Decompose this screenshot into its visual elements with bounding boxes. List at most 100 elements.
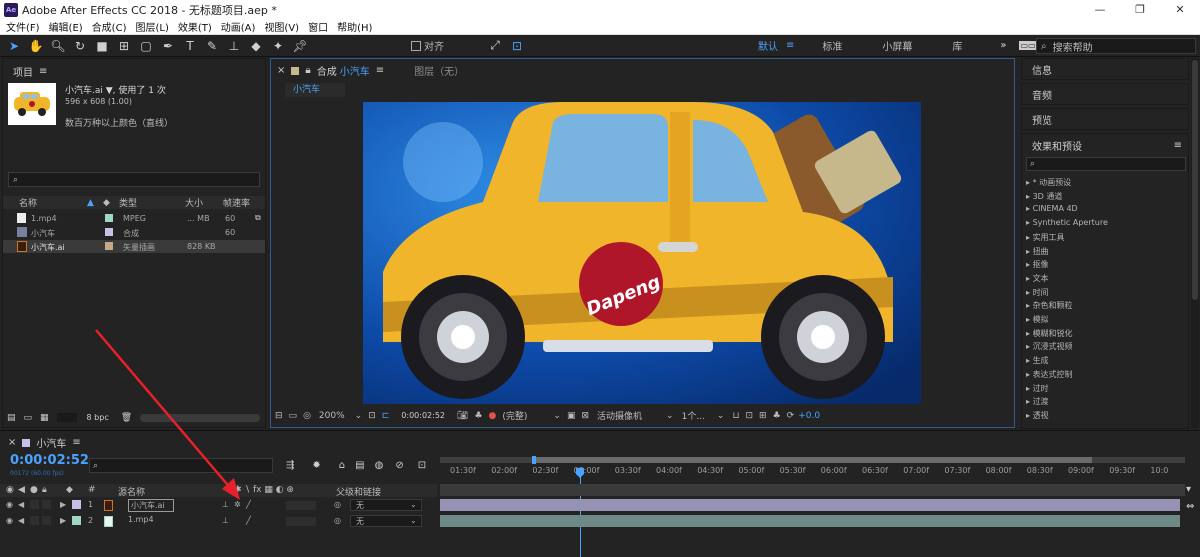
chevron-down-icon[interactable]: ⌄ [355, 411, 363, 421]
info-panel-tab[interactable]: 信息 [1021, 58, 1189, 80]
snapshot-icon[interactable]: 📷︎ [457, 411, 468, 421]
tab-composition-name[interactable]: 小汽车 [340, 63, 370, 78]
effect-category[interactable]: ▸ 表达式控制 [1026, 369, 1073, 380]
clone-stamp-tool-icon[interactable]: ⊥ [226, 38, 242, 54]
frame-blending-icon[interactable]: ▤ [355, 460, 364, 471]
menu-view[interactable]: 视图(V) [264, 19, 299, 34]
expand-icon[interactable]: ⇔ [1186, 501, 1194, 512]
channel-icon[interactable]: ● [489, 411, 497, 421]
quality-switch-icon[interactable]: ╱ [246, 516, 251, 525]
lock-icon[interactable]: 🔒︎ [305, 65, 310, 76]
menu-layer[interactable]: 图层(L) [135, 19, 168, 34]
preview-panel-tab[interactable]: 预览 [1021, 108, 1189, 130]
expand-arrow-icon[interactable]: ▶ [60, 516, 66, 525]
work-area-bar[interactable] [440, 456, 1185, 464]
effect-category[interactable]: ▸ 实用工具 [1026, 232, 1065, 243]
audio-icon[interactable]: ◀ [18, 485, 25, 495]
type-tool-icon[interactable]: T [182, 38, 198, 54]
effect-category[interactable]: ▸ 时间 [1026, 287, 1049, 298]
effects-search-input[interactable]: ⌕ [1026, 157, 1186, 171]
camera-select[interactable]: 活动摄像机 [597, 409, 642, 422]
pick-whip-icon[interactable]: ◎ [334, 516, 341, 525]
tab-composition[interactable]: 合成 [317, 63, 337, 78]
comp-mini-flowchart-icon[interactable]: ⇶ [286, 460, 294, 471]
chevron-down-icon[interactable]: ⌄ [666, 411, 674, 421]
col-type[interactable]: 类型 [119, 196, 137, 209]
effect-category[interactable]: ▸ 生成 [1026, 355, 1049, 366]
label-color[interactable] [105, 214, 113, 222]
roto-brush-tool-icon[interactable]: ✦ [270, 38, 286, 54]
menu-window[interactable]: 窗口 [308, 19, 328, 34]
effect-category[interactable]: ▸ 抠像 [1026, 259, 1049, 270]
breadcrumb[interactable]: 小汽车 [285, 83, 345, 97]
lock-switch[interactable] [42, 516, 51, 525]
new-composition-icon[interactable]: ▦ [40, 413, 49, 423]
maximize-button[interactable]: ❐ [1120, 0, 1160, 19]
fast-preview-icon[interactable]: ▣ [567, 411, 576, 421]
menu-edit[interactable]: 编辑(E) [49, 19, 83, 34]
layer-row[interactable]: ◉ ◀ ▶ 2 1.mp4 ⊥ ╱ ◎ 无 ⌄ [0, 515, 437, 530]
current-timecode[interactable]: 0:00:02:52 [10, 453, 89, 468]
right-scrollbar[interactable] [1191, 58, 1199, 428]
eye-icon[interactable]: ◉ [6, 516, 13, 525]
label-color[interactable] [72, 500, 81, 509]
motion-blur-icon[interactable]: ◍ [375, 460, 384, 471]
comp-flowchart-icon[interactable]: ⊞ [759, 411, 767, 421]
effect-category[interactable]: ▸ 3D 通道 [1026, 191, 1062, 202]
label-color[interactable] [105, 242, 113, 250]
sort-asc-icon[interactable]: ▲ [87, 198, 94, 208]
pick-whip-icon[interactable]: ◎ [334, 500, 341, 509]
project-search-input[interactable]: ⌕ [8, 172, 260, 187]
item-name[interactable]: 小汽车.ai ▼ [65, 86, 113, 96]
lock-switch[interactable] [42, 500, 51, 509]
label-color[interactable] [105, 228, 113, 236]
puppet-pin-tool-icon[interactable]: 📌︎ [292, 38, 308, 54]
switches-group[interactable] [286, 517, 316, 526]
list-item[interactable]: 小汽车.ai 矢量插画 828 KB [3, 240, 265, 253]
panel-menu-icon[interactable]: ≡ [376, 65, 384, 76]
shy-switch-icon[interactable]: ⊥ [222, 516, 229, 525]
close-tab-icon[interactable]: × [277, 65, 285, 76]
timeline-icon[interactable]: ⊡ [745, 411, 753, 421]
snap-checkbox[interactable] [411, 40, 421, 51]
minimize-button[interactable]: — [1080, 0, 1120, 19]
snap-options-icon[interactable]: ⤢ [487, 38, 503, 54]
chart-icon[interactable]: ⊡ [418, 460, 426, 471]
effect-category[interactable]: ▸ 过时 [1026, 383, 1049, 394]
effect-category[interactable]: ▸ Synthetic Aperture [1026, 218, 1108, 227]
region-of-interest-icon[interactable]: ⊏ [382, 411, 390, 421]
composition-canvas[interactable]: Dapeng [363, 102, 921, 404]
audio-icon[interactable]: ◀ [18, 516, 24, 525]
bpc-button[interactable]: 8 bpc [87, 413, 109, 422]
timeline-comp-tab[interactable]: 小汽车 [36, 435, 66, 450]
layer-source-name[interactable]: 1.mp4 [128, 515, 154, 524]
effect-category[interactable]: ▸ 模糊和锐化 [1026, 328, 1073, 339]
label-color[interactable] [72, 516, 81, 525]
show-snapshot-icon[interactable]: ♣ [474, 411, 482, 421]
effect-category[interactable]: ▸ 过渡 [1026, 396, 1049, 407]
solo-switch[interactable] [30, 500, 39, 509]
hand-tool-icon[interactable]: ✋ [28, 38, 44, 54]
effect-category[interactable]: ▸ 扭曲 [1026, 246, 1049, 257]
draft-3d-icon[interactable]: ✹ [312, 460, 320, 471]
workspace-standard[interactable]: 标准 [822, 38, 842, 53]
effect-category[interactable]: ▸ 杂色和颗粒 [1026, 300, 1073, 311]
zoom-tool-icon[interactable]: 🔍︎ [50, 38, 66, 54]
tab-layer[interactable]: 图层（无） [414, 63, 464, 78]
workspace-small-screen[interactable]: 小屏幕 [882, 38, 912, 53]
chevron-down-icon[interactable]: ⌄ [410, 516, 417, 525]
viewer-timecode[interactable]: 0:00:02:52 [401, 411, 445, 420]
eye-icon[interactable]: ◉ [6, 485, 14, 495]
reset-exposure-icon[interactable]: ⟳ [787, 411, 795, 421]
collapse-switch-icon[interactable]: ✲ [234, 500, 241, 509]
col-fps[interactable]: 帧速率 [223, 196, 250, 209]
exposure-value[interactable]: +0.0 [798, 411, 820, 421]
workspace-default-menu-icon[interactable]: ≡ [786, 40, 794, 51]
shy-switch-icon[interactable]: ⊥ [222, 500, 229, 509]
effect-category[interactable]: ▸ 文本 [1026, 273, 1049, 284]
snap-target-icon[interactable]: ⊡ [509, 38, 525, 54]
project-scroll[interactable] [56, 413, 77, 422]
rotate-tool-icon[interactable]: ↻ [72, 38, 88, 54]
interpret-footage-icon[interactable]: ▤ [7, 413, 16, 423]
expand-arrow-icon[interactable]: ▶ [60, 500, 66, 509]
